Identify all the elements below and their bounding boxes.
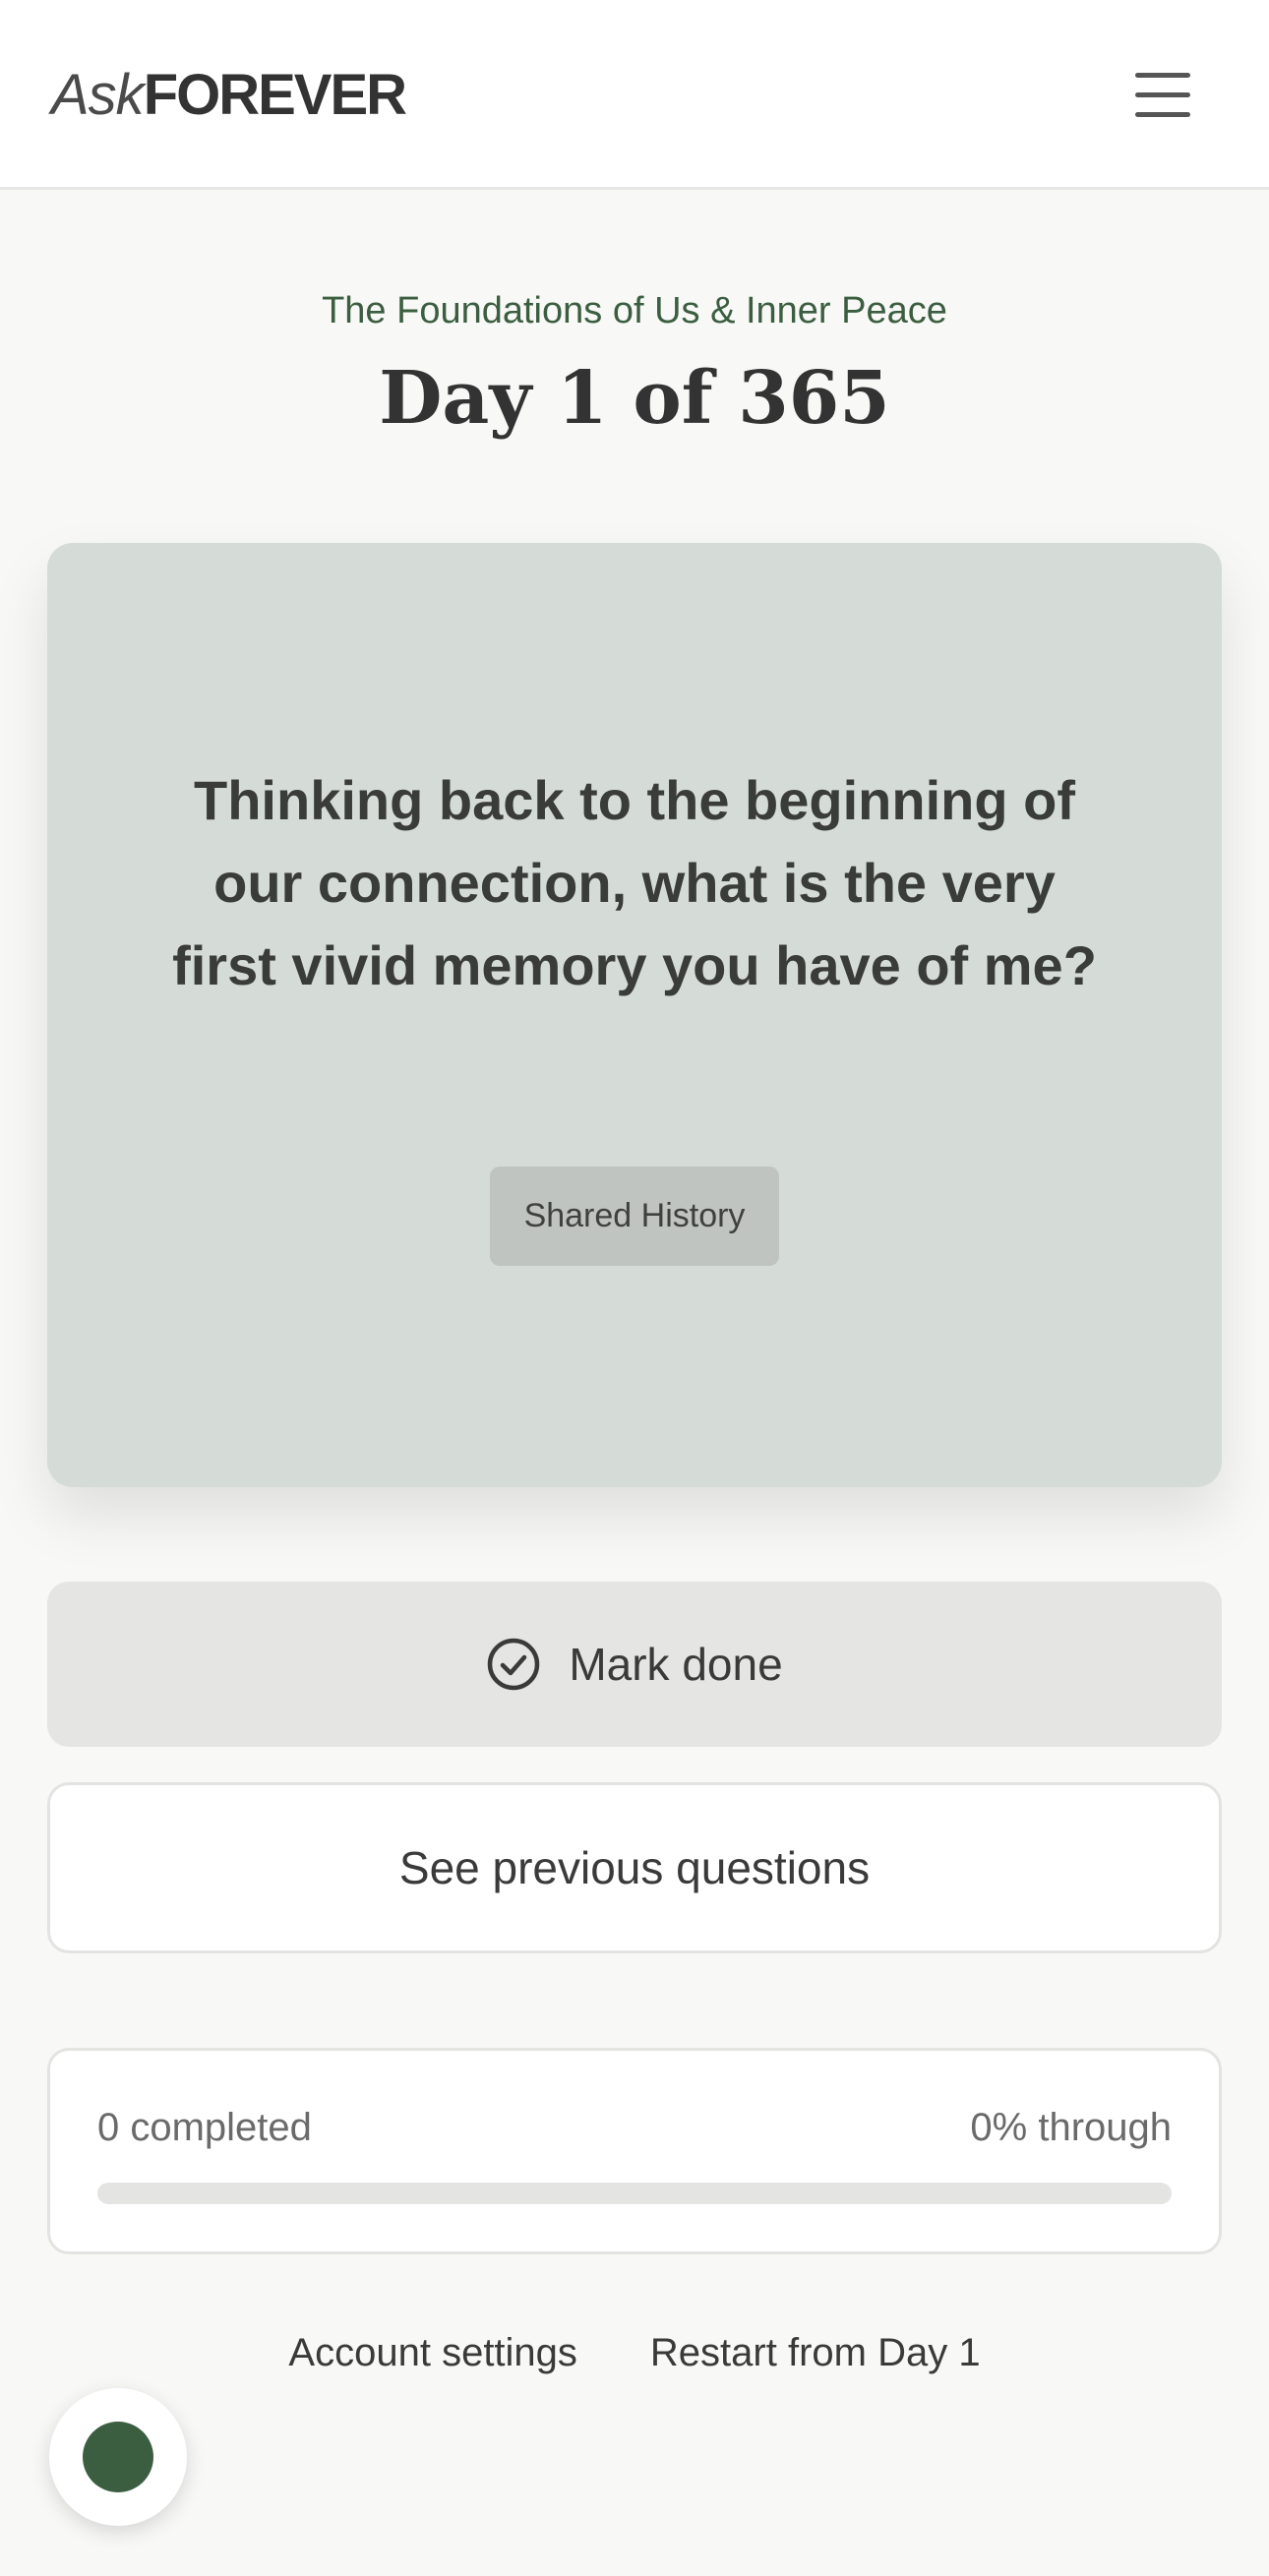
- restart-link[interactable]: Restart from Day 1: [650, 2325, 981, 2380]
- footer-links: Account settings Restart from Day 1: [0, 2325, 1269, 2380]
- category-tag: Shared History: [490, 1167, 779, 1266]
- completed-count: 0 completed: [97, 2106, 312, 2149]
- floating-action-button[interactable]: [49, 2388, 187, 2526]
- percent-through: 0% through: [970, 2106, 1172, 2149]
- question-card: Thinking back to the beginning of our co…: [47, 543, 1222, 1487]
- app-logo[interactable]: AskFOREVER: [51, 61, 407, 130]
- theme-label: The Foundations of Us & Inner Peace: [322, 290, 947, 331]
- mark-done-button[interactable]: Mark done: [47, 1582, 1222, 1747]
- account-settings-link[interactable]: Account settings: [288, 2325, 577, 2380]
- question-text: Thinking back to the beginning of our co…: [172, 769, 1097, 996]
- status-dot-icon: [83, 2422, 153, 2492]
- menu-line: [1135, 73, 1190, 78]
- logo-ask-text: Ask: [51, 63, 145, 127]
- menu-line: [1135, 92, 1190, 97]
- mark-done-label: Mark done: [569, 1639, 783, 1690]
- page-title: Day 1 of 365: [379, 356, 890, 441]
- menu-line: [1135, 112, 1190, 117]
- hamburger-menu-icon[interactable]: [1131, 69, 1194, 120]
- mark-done-content: Mark done: [47, 1582, 1222, 1747]
- check-circle-icon: [488, 1638, 540, 1691]
- progress-bar: [97, 2183, 1172, 2204]
- logo-forever-text: FOREVER: [143, 63, 407, 127]
- see-previous-questions-button[interactable]: See previous questions: [47, 1782, 1222, 1953]
- app-header: AskFOREVER: [0, 0, 1269, 190]
- progress-card: 0 completed 0% through: [47, 2048, 1222, 2254]
